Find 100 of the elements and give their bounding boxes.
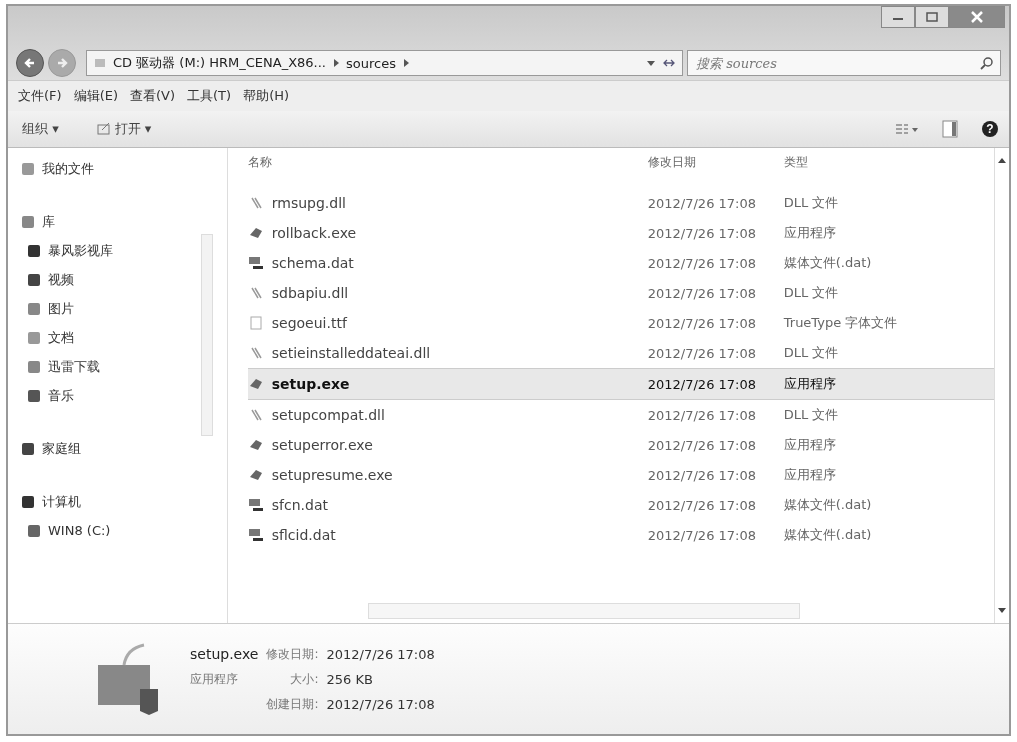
field-label: 创建日期: (266, 695, 319, 713)
file-type: 媒体文件(.dat) (782, 526, 873, 544)
file-row[interactable]: segoeui.ttf 2012/7/26 17:08 TrueType 字体文件 (247, 308, 994, 338)
file-row[interactable]: setup.exe 2012/7/26 17:08 应用程序 (247, 368, 994, 400)
file-icon (247, 376, 264, 392)
sidebar-item[interactable]: 迅雷下载 (22, 352, 201, 381)
file-type: DLL 文件 (782, 194, 840, 212)
search-field[interactable]: 搜索 sources (687, 50, 1001, 76)
modified-date: 2012/7/26 17:08 (647, 255, 757, 271)
file-row[interactable]: sflcid.dat 2012/7/26 17:08 媒体文件(.dat) (247, 520, 994, 550)
menu-item[interactable]: 帮助(H) (243, 87, 290, 105)
sidebar-item[interactable]: 图片 (22, 294, 201, 323)
view-options-icon[interactable] (895, 122, 919, 136)
file-name: setupcompat.dll (271, 407, 385, 423)
vertical-scrollbar[interactable] (993, 148, 1009, 623)
field-value: 2012/7/26 17:08 (326, 646, 435, 662)
file-row[interactable]: schema.dat 2012/7/26 17:08 媒体文件(.dat) (247, 248, 994, 278)
file-name: rmsupg.dll (271, 195, 346, 211)
modified-date: 2012/7/26 17:08 (647, 527, 757, 543)
file-row[interactable]: setieinstalleddateai.dll 2012/7/26 17:08 DLL 文件 (247, 338, 994, 368)
file-icon (247, 527, 264, 543)
organize-button[interactable]: 组织 ▾ (18, 118, 63, 140)
file-row[interactable]: rmsupg.dll 2012/7/26 17:08 DLL 文件 (247, 188, 994, 218)
column-header[interactable]: 类型 (767, 153, 994, 171)
open-icon (96, 122, 111, 136)
menu-item[interactable]: 文件(F) (18, 87, 62, 105)
modified-date: 2012/7/26 17:08 (647, 345, 757, 361)
file-row[interactable]: setuperror.exe 2012/7/26 17:08 应用程序 (247, 430, 994, 460)
modified-date: 2012/7/26 17:08 (647, 285, 757, 301)
file-name: setup.exe (190, 646, 259, 662)
address-bar[interactable]: CD 驱动器 (M:) HRM_CENA_X86... sources (86, 50, 683, 76)
breadcrumb[interactable]: sources (346, 55, 396, 71)
file-row[interactable]: sdbapiu.dll 2012/7/26 17:08 DLL 文件 (247, 278, 994, 308)
file-name: sfcn.dat (271, 497, 328, 513)
menu-item[interactable]: 查看(V) (130, 87, 176, 105)
sidebar-item[interactable]: 我的文件 (22, 154, 201, 183)
file-row[interactable]: sfcn.dat 2012/7/26 17:08 媒体文件(.dat) (247, 490, 994, 520)
file-type: 媒体文件(.dat) (782, 254, 873, 272)
file-row[interactable]: setupcompat.dll 2012/7/26 17:08 DLL 文件 (247, 400, 994, 430)
chevron-icon (332, 58, 340, 68)
sidebar-item[interactable]: 视频 (22, 265, 201, 294)
drive-icon (93, 56, 107, 70)
file-icon (247, 467, 264, 483)
refresh-icon[interactable] (662, 57, 676, 69)
sidebar-item[interactable]: 音乐 (22, 381, 201, 410)
sidebar-item[interactable]: 文档 (22, 323, 201, 352)
field-value: 2012/7/26 17:08 (326, 696, 435, 712)
search-input[interactable]: 搜索 sources (694, 54, 980, 72)
chevron-icon (401, 58, 410, 68)
file-type: DLL 文件 (782, 406, 840, 424)
dropdown-icon[interactable] (646, 59, 656, 67)
file-icon (247, 225, 264, 241)
column-header[interactable]: 名称 (247, 153, 648, 171)
scroll-down-icon[interactable] (996, 607, 1007, 615)
file-type: 媒体文件(.dat) (782, 496, 873, 514)
help-icon[interactable]: ? (981, 120, 999, 138)
sidebar-item[interactable]: WIN8 (C:) (22, 516, 201, 545)
file-name: setupresume.exe (271, 467, 393, 483)
column-header[interactable]: 修改日期 (647, 153, 768, 171)
file-name: schema.dat (271, 255, 354, 271)
sidebar-item[interactable]: 家庭组 (22, 434, 201, 463)
file-name: sdbapiu.dll (271, 285, 349, 301)
breadcrumb[interactable]: CD 驱动器 (M:) HRM_CENA_X86... (113, 54, 326, 72)
file-type: 应用程序 (782, 224, 837, 242)
field-label: 修改日期: (266, 645, 319, 663)
menu-item[interactable]: 工具(T) (187, 87, 232, 105)
file-icon (247, 255, 264, 271)
file-icon (247, 315, 264, 331)
modified-date: 2012/7/26 17:08 (647, 437, 757, 453)
modified-date: 2012/7/26 17:08 (647, 376, 757, 392)
file-icon (247, 437, 264, 453)
file-type: DLL 文件 (782, 344, 840, 362)
modified-date: 2012/7/26 17:08 (647, 497, 757, 513)
minimize-button[interactable] (881, 6, 915, 28)
scrollbar[interactable] (200, 234, 213, 436)
maximize-icon (925, 12, 939, 22)
open-button[interactable]: 打开 ▾ (92, 118, 156, 140)
modified-date: 2012/7/26 17:08 (647, 225, 757, 241)
horizontal-scrollbar[interactable] (367, 603, 800, 619)
file-name: setuperror.exe (271, 437, 373, 453)
field-label: 大小: (289, 670, 319, 688)
sidebar-item[interactable]: 暴风影视库 (22, 236, 201, 265)
file-name: rollback.exe (271, 225, 357, 241)
file-row[interactable]: rollback.exe 2012/7/26 17:08 应用程序 (247, 218, 994, 248)
field-value: 256 KB (326, 671, 374, 687)
maximize-button[interactable] (915, 6, 949, 28)
modified-date: 2012/7/26 17:08 (647, 467, 757, 483)
file-type: 应用程序 (782, 375, 837, 393)
modified-date: 2012/7/26 17:08 (647, 195, 757, 211)
back-button[interactable] (16, 49, 44, 77)
file-row[interactable]: setupresume.exe 2012/7/26 17:08 应用程序 (247, 460, 994, 490)
sidebar-item[interactable]: 库 (22, 207, 201, 236)
sidebar-item[interactable]: 计算机 (22, 487, 201, 516)
preview-pane-icon[interactable] (941, 120, 959, 138)
modified-date: 2012/7/26 17:08 (647, 407, 757, 423)
file-icon (247, 497, 264, 513)
close-button[interactable] (949, 6, 1005, 28)
modified-date: 2012/7/26 17:08 (647, 315, 757, 331)
menu-item[interactable]: 编辑(E) (73, 87, 118, 105)
scroll-up-icon[interactable] (996, 156, 1007, 164)
